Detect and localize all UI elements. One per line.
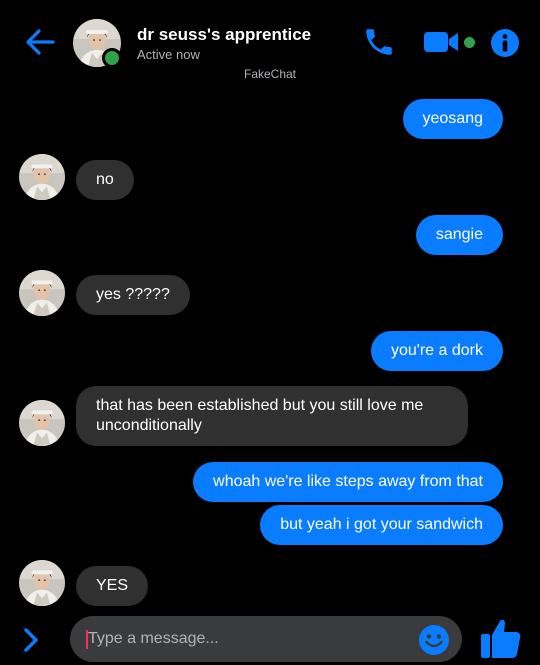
message-input-container <box>70 616 462 662</box>
online-indicator <box>102 48 122 68</box>
message-row: but yeah i got your sandwich <box>0 505 540 545</box>
voice-call-button[interactable] <box>362 25 396 59</box>
sent-message[interactable]: yeosang <box>402 99 503 139</box>
active-status: Active now <box>137 47 200 62</box>
info-button[interactable] <box>490 28 520 58</box>
message-row: you're a dork <box>0 331 540 371</box>
message-row: yes ????? <box>0 270 540 316</box>
sender-avatar[interactable] <box>19 560 65 606</box>
sent-message[interactable]: whoah we're like steps away from that <box>193 462 503 502</box>
sender-avatar[interactable] <box>19 400 65 446</box>
contact-name[interactable]: dr seuss's apprentice <box>137 25 311 45</box>
watermark: FakeChat <box>243 67 297 81</box>
emoji-button[interactable] <box>418 624 450 656</box>
chevron-right-icon <box>24 628 38 652</box>
received-message[interactable]: yes ????? <box>76 275 190 315</box>
received-message[interactable]: no <box>76 160 134 200</box>
sent-message[interactable]: you're a dork <box>371 331 503 371</box>
video-call-button[interactable] <box>424 30 460 54</box>
received-message[interactable]: that has been established but you still … <box>76 386 468 446</box>
sent-message[interactable]: sangie <box>415 215 503 255</box>
phone-icon <box>366 29 392 55</box>
info-icon <box>491 29 519 57</box>
message-composer <box>0 612 540 664</box>
chat-header: dr seuss's apprentice Active now FakeCha… <box>0 0 540 86</box>
message-row: no <box>0 154 540 200</box>
sender-avatar[interactable] <box>19 270 65 316</box>
sender-avatar[interactable] <box>19 154 65 200</box>
video-status-dot <box>464 37 475 48</box>
message-row: whoah we're like steps away from that <box>0 462 540 502</box>
message-row: YES <box>0 560 540 606</box>
sent-message[interactable]: but yeah i got your sandwich <box>260 505 503 545</box>
message-row: sangie <box>0 215 540 255</box>
message-row: yeosang <box>0 99 540 139</box>
expand-actions-button[interactable] <box>20 627 42 653</box>
received-message[interactable]: YES <box>76 566 149 606</box>
message-input[interactable] <box>86 616 408 662</box>
back-arrow-icon <box>26 29 55 55</box>
like-button[interactable] <box>479 616 523 660</box>
back-button[interactable] <box>22 26 58 58</box>
message-list[interactable]: yeosang no sangie yes ????? you're a dor… <box>0 86 540 610</box>
contact-avatar[interactable] <box>73 19 122 68</box>
thumbs-up-icon <box>481 619 521 658</box>
message-row: that has been established but you still … <box>0 386 540 448</box>
video-camera-icon <box>424 32 458 52</box>
emoji-smile-icon <box>419 625 449 655</box>
